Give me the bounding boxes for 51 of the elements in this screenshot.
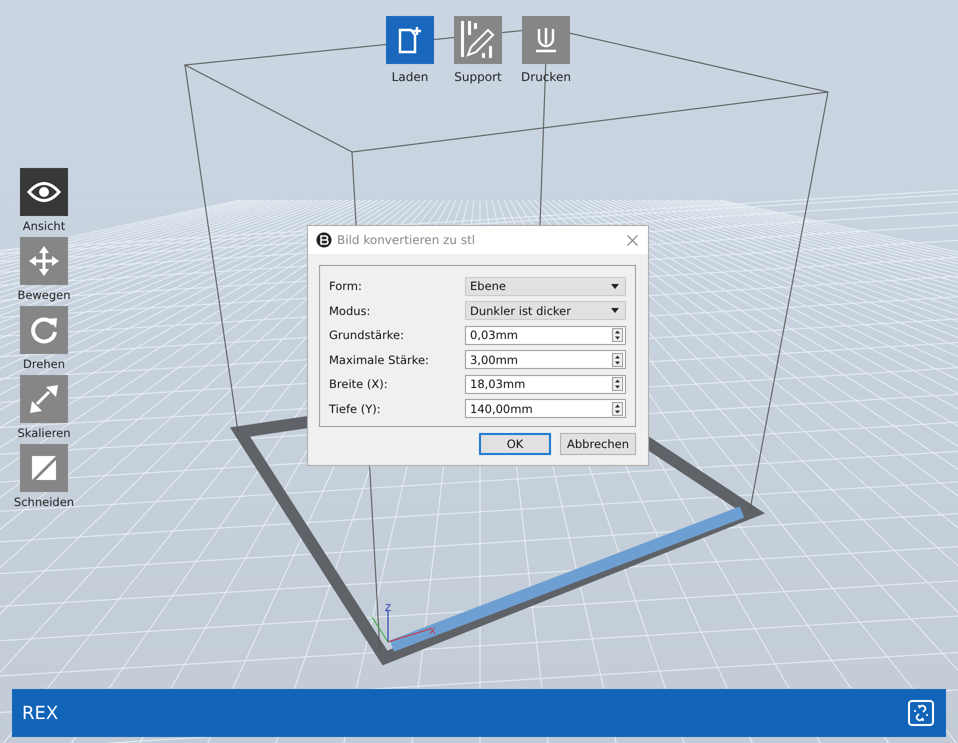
cut-plane-icon [30, 454, 58, 482]
spin-field[interactable]: 140,00mm [465, 399, 626, 418]
toolbar-label: Schneiden [14, 495, 74, 509]
dialog-button[interactable]: Abbrechen [560, 433, 636, 455]
toolbar-label: Support [454, 70, 502, 84]
field-label: Breite (X): [329, 377, 389, 392]
toolbar-label: Ansicht [22, 219, 66, 233]
connection-button[interactable] [908, 700, 934, 726]
support-button[interactable] [454, 16, 502, 64]
printer-name: REX [22, 702, 58, 724]
spin-arrows-icon [612, 377, 623, 392]
move-button[interactable] [20, 237, 68, 285]
cut-button[interactable] [20, 444, 68, 492]
toolbar-label: Laden [392, 70, 428, 84]
dropdown-arrow-icon [611, 308, 619, 314]
field-label: Form: [329, 279, 363, 294]
field-label: Maximale Stärke: [329, 352, 430, 367]
spin-field[interactable]: 3,00mm [465, 350, 626, 370]
scale-button[interactable] [20, 375, 68, 423]
spin-arrows-icon [612, 352, 623, 367]
print-button[interactable] [522, 16, 570, 64]
dialog-button[interactable]: OK [479, 433, 551, 455]
diagonal-arrow-icon [29, 384, 59, 414]
rotate-icon [29, 315, 59, 345]
field-label: Grundstärke: [329, 328, 405, 342]
toolbar-label: Bewegen [17, 288, 71, 302]
dialog-title: Bild konvertieren zu stl [337, 233, 476, 247]
toolbar-label: Skalieren [17, 426, 71, 440]
dropdown[interactable]: Ebene [465, 276, 626, 296]
axes-gizmo [372, 610, 430, 642]
move-arrows-icon [28, 245, 60, 277]
rotate-button[interactable] [20, 306, 68, 354]
x-axis-label: X [429, 626, 436, 637]
spin-arrows-icon [612, 328, 623, 342]
dropdown-arrow-icon [611, 284, 619, 289]
eye-icon [27, 181, 61, 203]
new-file-icon [397, 26, 423, 54]
field-label: Tiefe (Y): [329, 402, 382, 416]
spin-arrows-icon [612, 402, 623, 416]
app-logo-icon [316, 232, 332, 248]
close-button[interactable] [625, 232, 640, 248]
view-button[interactable] [20, 168, 68, 216]
toolbar-label: Drehen [22, 357, 66, 371]
close-icon [627, 234, 638, 246]
broken-link-icon [912, 704, 930, 722]
z-axis-label: Z [385, 603, 392, 614]
dropdown[interactable]: Dunkler ist dicker [465, 301, 626, 320]
spin-field[interactable]: 18,03mm [465, 374, 626, 394]
field-label: Modus: [329, 304, 372, 318]
load-button[interactable] [386, 16, 434, 64]
spin-field[interactable]: 0,03mm [465, 326, 626, 345]
